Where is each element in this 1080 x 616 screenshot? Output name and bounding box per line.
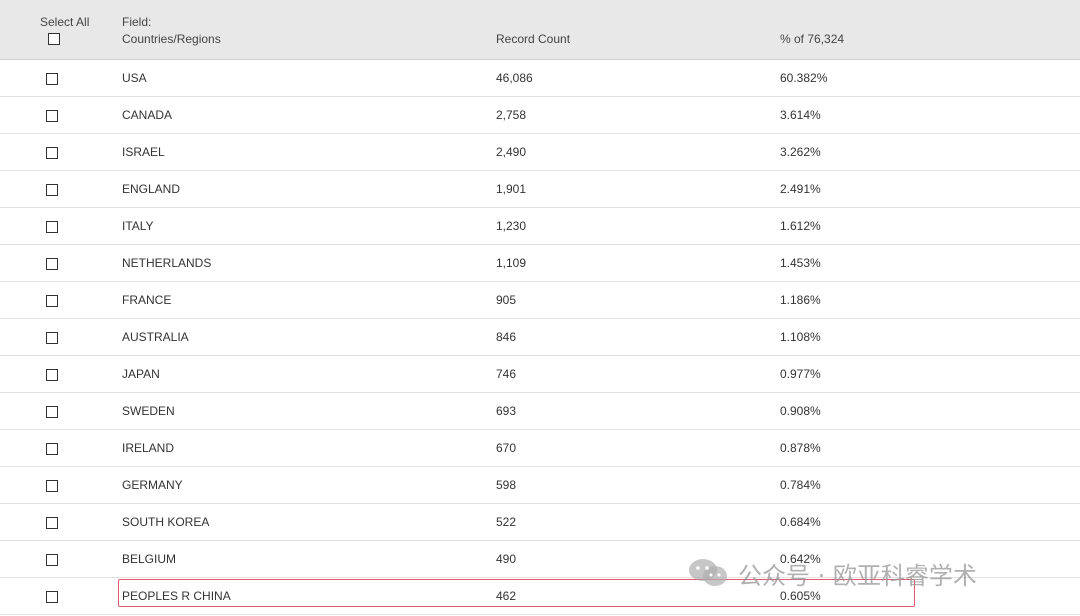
field-label: Field: <box>122 15 152 29</box>
country-cell: JAPAN <box>122 367 160 381</box>
percent-cell: 1.108% <box>780 330 821 344</box>
country-cell: SWEDEN <box>122 404 175 418</box>
row-checkbox[interactable] <box>46 258 58 270</box>
record-count-cell: 905 <box>496 293 517 307</box>
record-count-cell: 46,086 <box>496 71 533 85</box>
record-count-cell: 598 <box>496 478 517 492</box>
row-checkbox[interactable] <box>46 147 58 159</box>
record-count-cell: 490 <box>496 552 517 566</box>
record-count-cell: 746 <box>496 367 517 381</box>
country-cell: ISRAEL <box>122 145 165 159</box>
table-row: SWEDEN 693 0.908% <box>0 393 1080 430</box>
country-cell: USA <box>122 71 147 85</box>
results-table: USA 46,086 60.382% CANADA 2,758 3.614% ISRAEL 2… <box>0 60 1080 615</box>
record-count-cell: 846 <box>496 330 517 344</box>
record-count-cell: 522 <box>496 515 517 529</box>
record-count-cell: 670 <box>496 441 517 455</box>
country-cell: ITALY <box>122 219 154 233</box>
table-row: ENGLAND 1,901 2.491% <box>0 171 1080 208</box>
country-cell: BELGIUM <box>122 552 177 566</box>
percent-cell: 3.614% <box>780 108 821 122</box>
percent-cell: 0.878% <box>780 441 821 455</box>
record-count-cell: 2,758 <box>496 108 527 122</box>
row-checkbox[interactable] <box>46 554 58 566</box>
record-count-cell: 2,490 <box>496 145 527 159</box>
percent-cell: 0.908% <box>780 404 821 418</box>
row-checkbox[interactable] <box>46 184 58 196</box>
country-cell: AUSTRALIA <box>122 330 189 344</box>
country-cell: GERMANY <box>122 478 183 492</box>
row-checkbox[interactable] <box>46 221 58 233</box>
percent-cell: 60.382% <box>780 71 828 85</box>
percent-cell: 0.642% <box>780 552 821 566</box>
country-cell: SOUTH KOREA <box>122 515 210 529</box>
percent-cell: 0.784% <box>780 478 821 492</box>
country-cell: ENGLAND <box>122 182 181 196</box>
table-row: AUSTRALIA 846 1.108% <box>0 319 1080 356</box>
table-row: SOUTH KOREA 522 0.684% <box>0 504 1080 541</box>
table-row: PEOPLES R CHINA 462 0.605% <box>0 578 1080 615</box>
table-row: GERMANY 598 0.784% <box>0 467 1080 504</box>
percent-cell: 0.977% <box>780 367 821 381</box>
percent-cell: 2.491% <box>780 182 821 196</box>
row-checkbox[interactable] <box>46 295 58 307</box>
percent-cell: 3.262% <box>780 145 821 159</box>
percent-cell: 1.186% <box>780 293 821 307</box>
record-count-cell: 462 <box>496 589 517 603</box>
record-count-header: Record Count <box>496 32 571 46</box>
row-checkbox[interactable] <box>46 332 58 344</box>
select-all-label: Select All <box>40 15 90 29</box>
table-row: FRANCE 905 1.186% <box>0 282 1080 319</box>
table-row: JAPAN 746 0.977% <box>0 356 1080 393</box>
table-row: ITALY 1,230 1.612% <box>0 208 1080 245</box>
record-count-cell: 1,109 <box>496 256 527 270</box>
country-cell: FRANCE <box>122 293 172 307</box>
row-checkbox[interactable] <box>46 110 58 122</box>
percent-header: % of 76,324 <box>780 32 845 46</box>
percent-cell: 1.612% <box>780 219 821 233</box>
row-checkbox[interactable] <box>46 369 58 381</box>
percent-cell: 0.605% <box>780 589 821 603</box>
row-checkbox[interactable] <box>46 406 58 418</box>
row-checkbox[interactable] <box>46 591 58 603</box>
country-cell: IRELAND <box>122 441 175 455</box>
percent-cell: 0.684% <box>780 515 821 529</box>
select-all-checkbox[interactable] <box>48 33 60 45</box>
table-row: NETHERLANDS 1,109 1.453% <box>0 245 1080 282</box>
table-header: Select All Field: Countries/Regions Reco… <box>0 0 1080 60</box>
country-cell: CANADA <box>122 108 173 122</box>
table-row: USA 46,086 60.382% <box>0 60 1080 97</box>
percent-cell: 1.453% <box>780 256 821 270</box>
country-cell: NETHERLANDS <box>122 256 212 270</box>
row-checkbox[interactable] <box>46 73 58 85</box>
field-name: Countries/Regions <box>122 32 221 46</box>
table-row: IRELAND 670 0.878% <box>0 430 1080 467</box>
table-row: BELGIUM 490 0.642% <box>0 541 1080 578</box>
row-checkbox[interactable] <box>46 517 58 529</box>
record-count-cell: 1,901 <box>496 182 527 196</box>
record-count-cell: 693 <box>496 404 517 418</box>
row-checkbox[interactable] <box>46 443 58 455</box>
country-cell: PEOPLES R CHINA <box>122 589 231 603</box>
record-count-cell: 1,230 <box>496 219 527 233</box>
table-row: CANADA 2,758 3.614% <box>0 97 1080 134</box>
row-checkbox[interactable] <box>46 480 58 492</box>
table-row: ISRAEL 2,490 3.262% <box>0 134 1080 171</box>
